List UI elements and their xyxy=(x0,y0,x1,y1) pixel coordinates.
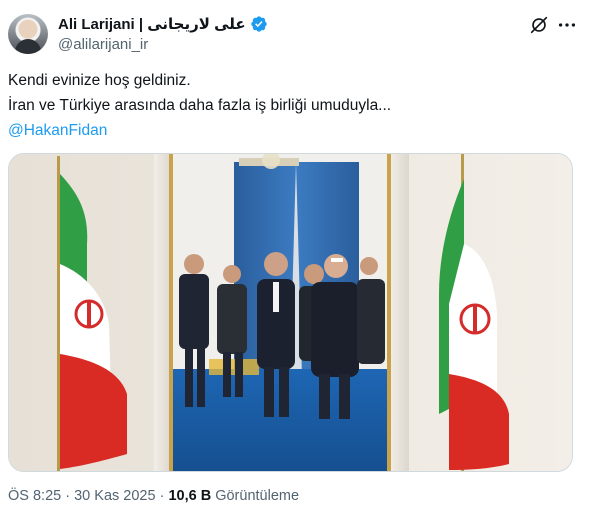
display-name-row: Ali Larijani | علی لاریجانی xyxy=(58,15,268,33)
photo-scene xyxy=(9,154,572,471)
tweet-line-1: Kendi evinize hoş geldiniz. xyxy=(8,72,191,89)
tweet-meta: ÖS 8:25 · 30 Kas 2025 · 10,6 B Görüntüle… xyxy=(8,488,299,504)
tweet-date[interactable]: 30 Kas 2025 xyxy=(74,488,155,504)
author-display-name[interactable]: Ali Larijani | علی لاریجانی xyxy=(58,15,246,33)
tweet-line-2: İran ve Türkiye arasında daha fazla iş b… xyxy=(8,97,392,114)
meta-separator-2: · xyxy=(159,488,165,504)
author-handle[interactable]: @alilarijani_ir xyxy=(58,36,268,53)
author-names: Ali Larijani | علی لاریجانی @alilarijani… xyxy=(58,15,268,53)
mention-link[interactable]: @HakanFidan xyxy=(8,118,581,143)
tweet-time[interactable]: ÖS 8:25 xyxy=(8,488,61,504)
meta-separator-1: · xyxy=(65,488,71,504)
author-avatar[interactable] xyxy=(8,14,48,54)
views-count: 10,6 B xyxy=(168,488,212,504)
views-label: Görüntüleme xyxy=(215,488,300,504)
more-options-icon[interactable] xyxy=(556,14,578,36)
tweet-photo[interactable] xyxy=(8,153,573,472)
verified-badge-icon[interactable] xyxy=(250,15,268,33)
grok-icon[interactable] xyxy=(528,14,550,36)
tweet-header: Ali Larijani | علی لاریجانی @alilarijani… xyxy=(8,12,581,56)
tweet-text: Kendi evinize hoş geldiniz. İran ve Türk… xyxy=(8,68,581,143)
